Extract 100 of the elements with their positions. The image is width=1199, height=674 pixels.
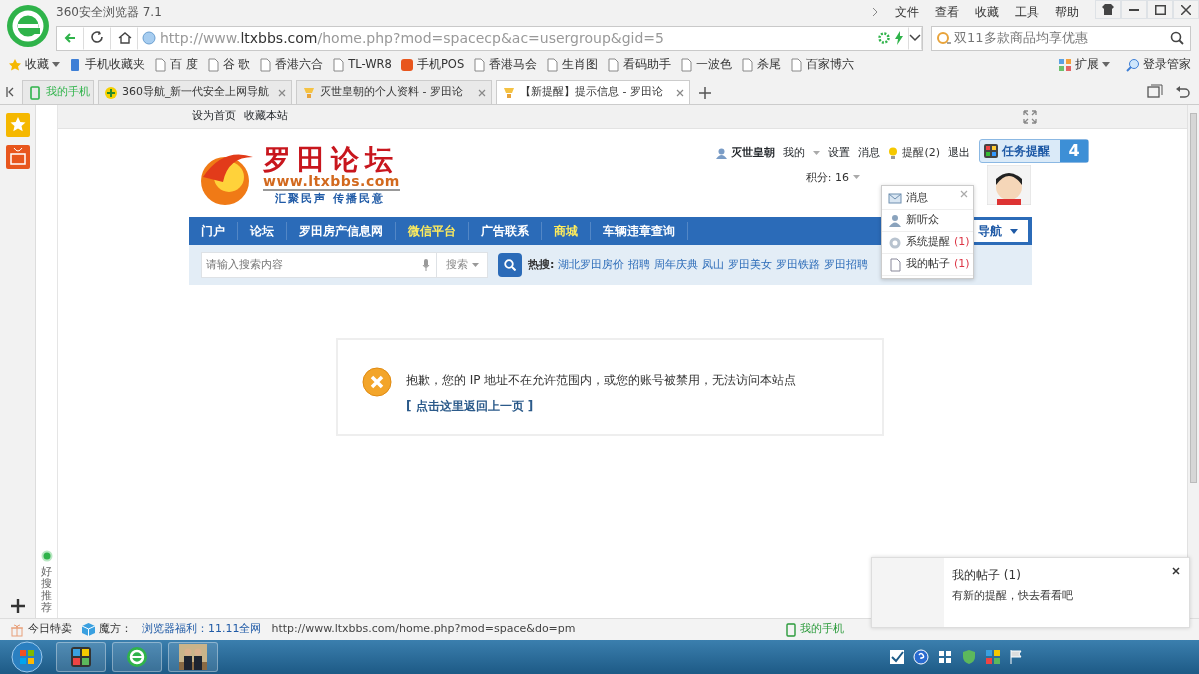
user-link[interactable]: 消息 bbox=[858, 145, 881, 162]
menu-item[interactable]: 工具 bbox=[1015, 3, 1039, 21]
nav-link[interactable]: 车辆违章查询 bbox=[591, 222, 688, 240]
browser-tab[interactable]: 【新提醒】提示信息 - 罗田论 bbox=[496, 80, 690, 104]
hot-search-link[interactable]: 罗田美女 bbox=[728, 257, 773, 273]
menu-item[interactable]: 帮助 bbox=[1055, 3, 1079, 21]
nav-link[interactable]: 广告联系 bbox=[469, 222, 542, 240]
recommend-panel-label[interactable]: 好搜推荐 bbox=[41, 565, 52, 614]
user-icon bbox=[716, 147, 728, 159]
user-link[interactable]: 设置 bbox=[828, 145, 851, 162]
bookmark[interactable]: TL-WR8 bbox=[331, 56, 392, 74]
extensions-menu[interactable]: 扩展 bbox=[1058, 56, 1110, 74]
hot-search-link[interactable]: 罗田招聘 bbox=[824, 257, 869, 273]
bookmark[interactable]: 收藏 bbox=[8, 56, 60, 74]
avatar-icon[interactable] bbox=[987, 165, 1031, 205]
tasks-icon bbox=[984, 144, 998, 158]
page-icon bbox=[740, 58, 755, 72]
taskbar-app-button[interactable] bbox=[112, 642, 162, 672]
logo-title: 罗田论坛 bbox=[263, 146, 400, 175]
menu-item[interactable]: 文件 bbox=[895, 3, 919, 21]
top-link[interactable]: 收藏本站 bbox=[244, 108, 288, 125]
bookmark[interactable]: 百 度 bbox=[153, 56, 198, 74]
hot-search-link[interactable]: 湖北罗田房价 bbox=[558, 257, 625, 273]
nav-link[interactable]: 门户 bbox=[189, 222, 238, 240]
bookmark[interactable]: 杀尾 bbox=[740, 56, 782, 74]
flag-icon[interactable] bbox=[1009, 649, 1025, 665]
points-label[interactable]: 积分: 16 bbox=[805, 169, 849, 186]
window-skin-button[interactable] bbox=[1095, 0, 1121, 19]
window-maximize-button[interactable] bbox=[1147, 0, 1173, 19]
bookmark[interactable]: 谷 歌 bbox=[205, 56, 251, 74]
page-icon bbox=[331, 58, 346, 72]
shield-icon[interactable] bbox=[961, 649, 977, 665]
daily-deals-link[interactable]: 今日特卖 bbox=[10, 621, 72, 638]
hot-search-link[interactable]: 招聘 bbox=[628, 257, 651, 273]
user-link[interactable]: 退出 bbox=[948, 145, 970, 162]
hot-search-link[interactable]: 罗田铁路 bbox=[776, 257, 821, 273]
user-link[interactable]: 提醒(2) bbox=[888, 145, 940, 162]
notice-menu-item[interactable]: 消息 bbox=[882, 188, 973, 210]
error-icon bbox=[362, 367, 392, 397]
task-reminder-button[interactable]: 任务提醒 4 bbox=[979, 139, 1089, 163]
bookmark[interactable]: 百家博六 bbox=[789, 56, 855, 74]
undo-icon bbox=[1175, 84, 1191, 100]
browser-tab[interactable]: 灭世皇朝的个人资料 - 罗田论 bbox=[296, 80, 492, 104]
fullscreen-icon[interactable] bbox=[1023, 109, 1037, 124]
window-minimize-button[interactable] bbox=[1121, 0, 1147, 19]
nav-link[interactable]: 商城 bbox=[542, 222, 591, 240]
status-url: http://www.ltxbbs.com/home.php?mod=space&do=pm bbox=[271, 621, 576, 638]
nav-link[interactable]: 罗田房产信息网 bbox=[287, 222, 396, 240]
bookmark[interactable]: 生肖图 bbox=[545, 56, 599, 74]
star-button-icon[interactable] bbox=[5, 113, 30, 137]
gift-icon bbox=[10, 622, 24, 637]
phone-icon bbox=[28, 85, 42, 100]
apps-icon bbox=[1058, 58, 1072, 72]
close-icon bbox=[478, 88, 486, 97]
bookmark[interactable]: 看码助手 bbox=[606, 56, 672, 74]
scrollbar-thumb[interactable] bbox=[1190, 113, 1197, 483]
browser-tab[interactable]: 360导航_新一代安全上网导航 bbox=[98, 80, 292, 104]
cube-label: 魔方： bbox=[82, 621, 132, 638]
login-manager[interactable]: 登录管家 bbox=[1126, 56, 1191, 74]
caret-icon bbox=[813, 150, 821, 156]
search-field[interactable]: 双11多款商品均享优惠 bbox=[931, 25, 1191, 51]
help-icon[interactable] bbox=[913, 649, 929, 665]
hot-search-link[interactable]: 凤山 bbox=[702, 257, 725, 273]
menu-item[interactable]: 收藏 bbox=[975, 3, 999, 21]
taskbar-app-button[interactable] bbox=[168, 642, 218, 672]
checkbox-icon[interactable] bbox=[889, 649, 905, 665]
app-grid-icon[interactable] bbox=[985, 649, 1001, 665]
menu-item[interactable]: 查看 bbox=[935, 3, 959, 21]
notice-menu-item[interactable]: 我的帖子 (1) bbox=[882, 254, 973, 276]
page-icon bbox=[545, 58, 560, 72]
close-button[interactable] bbox=[1171, 566, 1181, 576]
user-link[interactable]: 我的 bbox=[783, 145, 806, 162]
hot-search-link[interactable]: 周年庆典 bbox=[654, 257, 699, 273]
nav-link[interactable]: 论坛 bbox=[238, 222, 287, 240]
promo-link[interactable]: 浏览器福利：11.11全网 bbox=[142, 621, 262, 638]
username-link[interactable]: 灭世皇朝 bbox=[716, 145, 776, 162]
windows-icon[interactable] bbox=[937, 649, 953, 665]
cube-icon bbox=[82, 623, 95, 636]
microphone-icon bbox=[422, 259, 430, 271]
bookmark[interactable]: 手机收藏夹 bbox=[68, 56, 145, 74]
add-button[interactable] bbox=[9, 598, 26, 614]
site-search-field[interactable]: 请输入搜索内容 bbox=[201, 252, 437, 278]
bookmark[interactable]: 香港六合 bbox=[258, 56, 324, 74]
window-close-button[interactable] bbox=[1173, 0, 1199, 19]
search-button[interactable] bbox=[498, 253, 522, 277]
back-link[interactable]: [ 点击这里返回上一页 ] bbox=[406, 399, 534, 413]
nav-link[interactable]: 微信平台 bbox=[396, 222, 469, 240]
bookmark[interactable]: 手机POS bbox=[399, 56, 465, 74]
gear-icon bbox=[888, 235, 902, 250]
taskbar-app-button[interactable] bbox=[56, 642, 106, 672]
logo-url: www.ltxbbs.com bbox=[263, 174, 400, 192]
search-scope-select[interactable]: 搜索 bbox=[436, 252, 488, 278]
top-link[interactable]: 设为首页 bbox=[192, 108, 236, 125]
notice-menu-item[interactable]: 系统提醒 (1) bbox=[882, 232, 973, 254]
error-message: 抱歉，您的 IP 地址不在允许范围内，或您的账号被禁用，无法访问本站点 bbox=[406, 372, 797, 389]
notice-menu-item[interactable]: 新听众 bbox=[882, 210, 973, 232]
bookmark[interactable]: 一波色 bbox=[679, 56, 733, 74]
bookmark[interactable]: 香港马会 bbox=[472, 56, 538, 74]
star-icon bbox=[8, 58, 22, 72]
app-grid-icon bbox=[69, 645, 93, 669]
